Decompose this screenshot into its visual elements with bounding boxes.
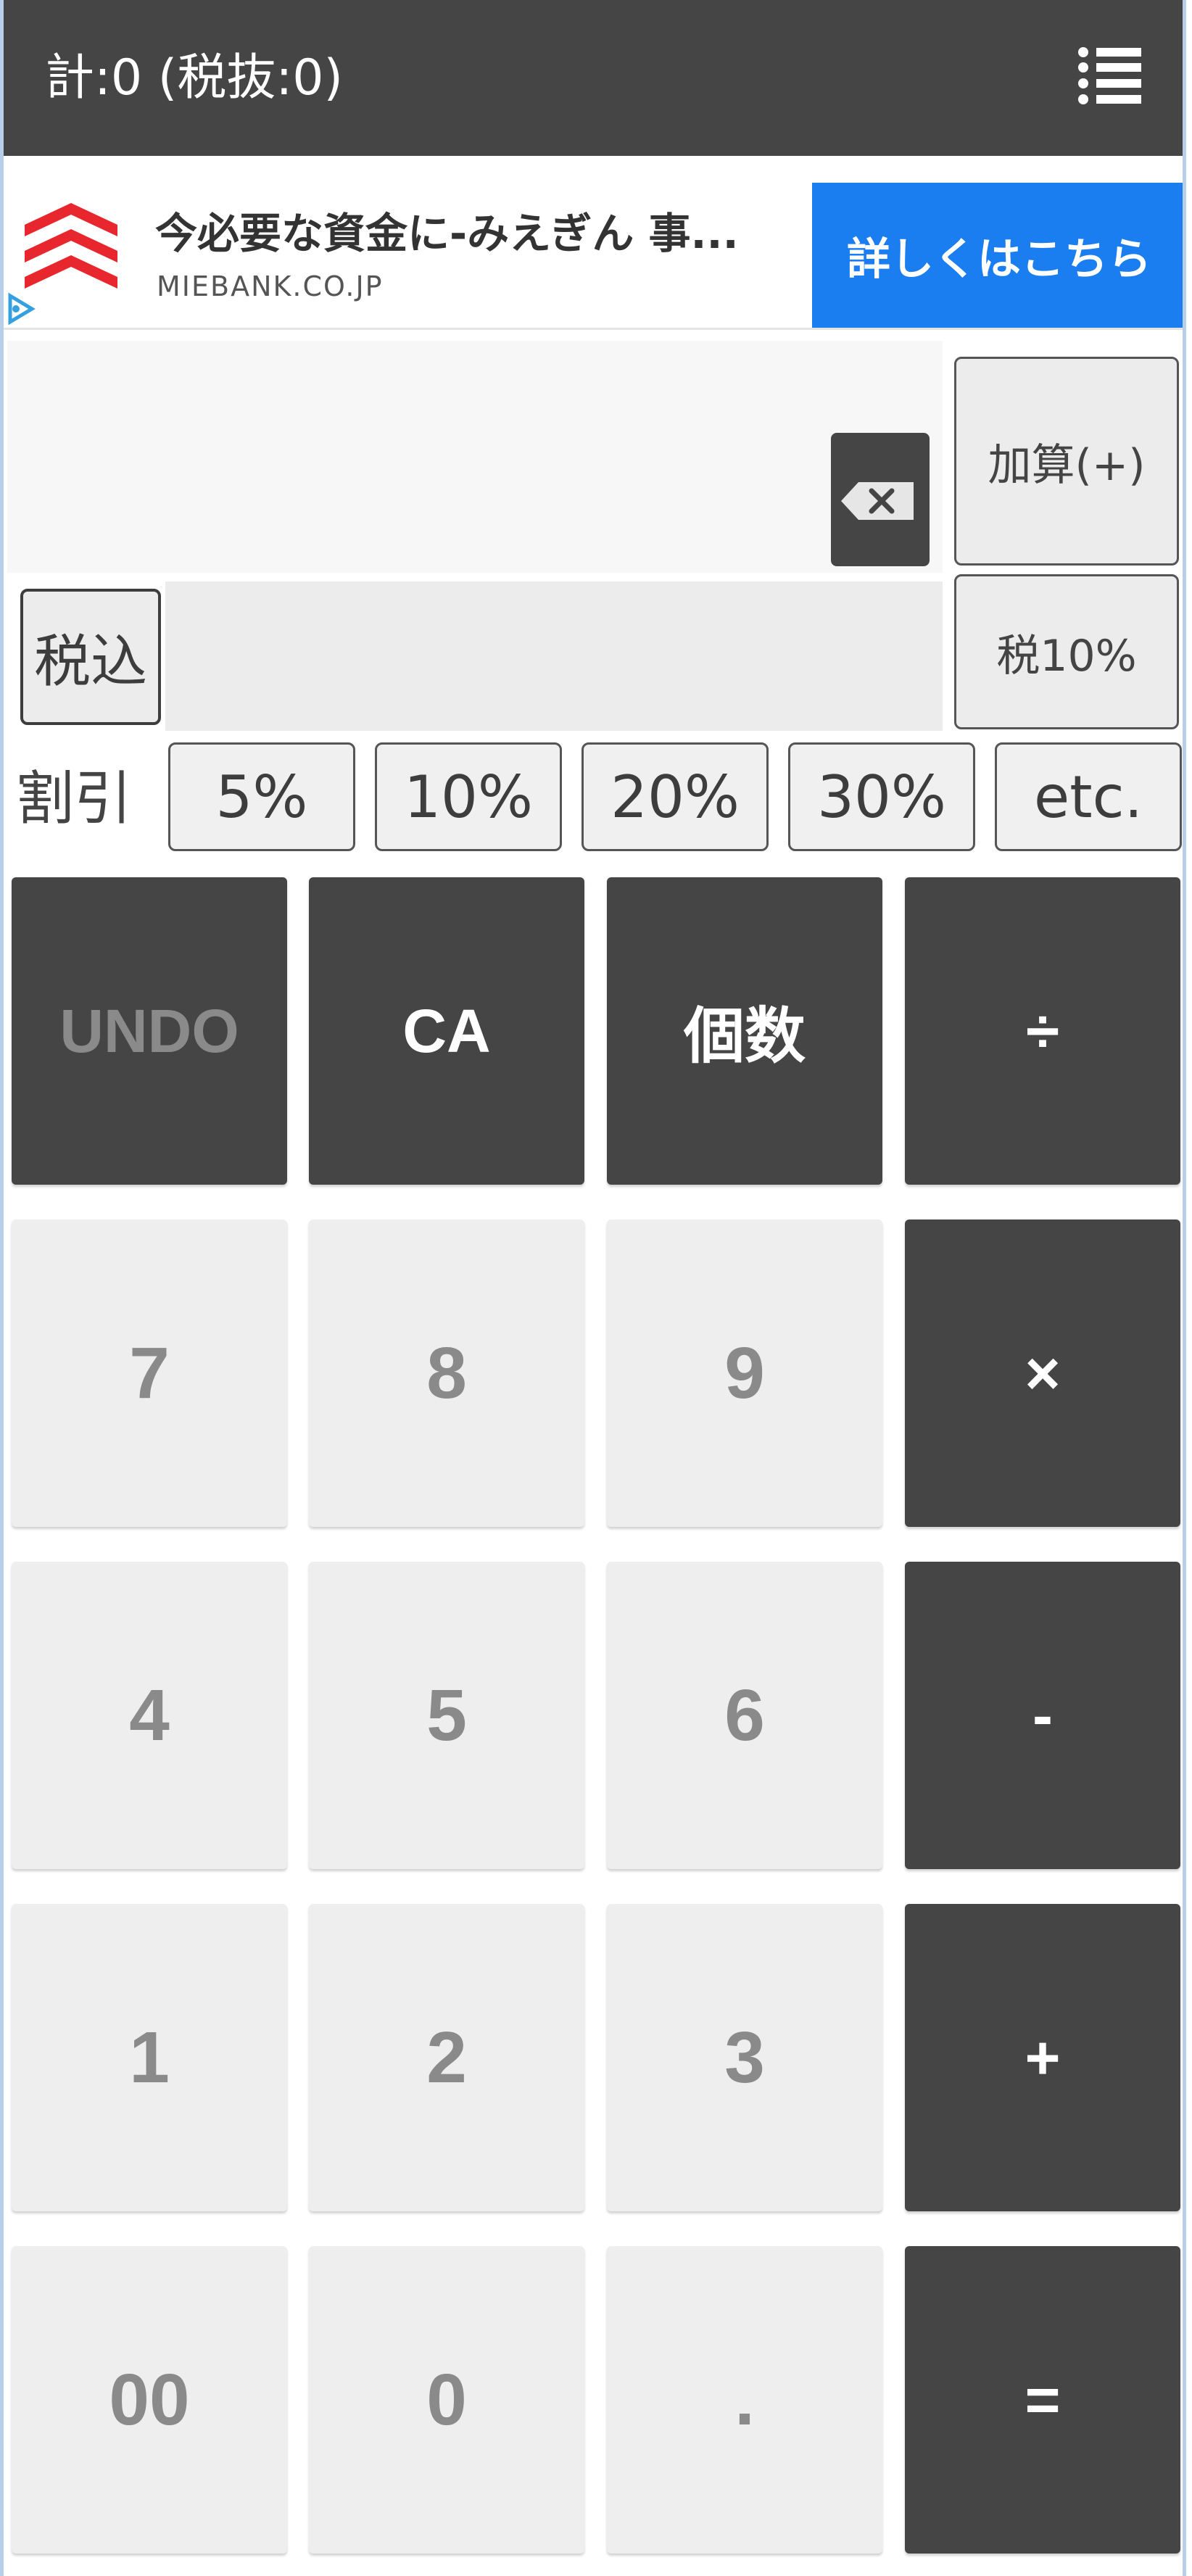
add-button[interactable]: 加算(+) <box>954 357 1179 566</box>
backspace-icon <box>841 482 914 520</box>
discount-30-button[interactable]: 30% <box>788 742 975 851</box>
tax-included-button[interactable]: 税込 <box>20 589 161 725</box>
total-title: 計:0 (税抜:0) <box>45 49 344 107</box>
discount-10-button[interactable]: 10% <box>375 742 562 851</box>
ad-domain: MIEBANK.CO.JP <box>157 270 384 302</box>
minus-button[interactable]: - <box>905 1562 1180 1869</box>
undo-button[interactable]: UNDO <box>12 877 287 1185</box>
key-0[interactable]: 0 <box>309 2246 584 2554</box>
key-6[interactable]: 6 <box>607 1562 882 1869</box>
divide-button[interactable]: ÷ <box>905 877 1180 1185</box>
discount-20-button[interactable]: 20% <box>581 742 769 851</box>
discount-etc-button[interactable]: etc. <box>995 742 1182 851</box>
ad-cta-button[interactable]: 詳しくはこちら <box>812 183 1186 328</box>
key-8[interactable]: 8 <box>309 1219 584 1527</box>
discount-label: 割引 <box>16 765 132 832</box>
number-display <box>7 341 943 573</box>
ad-banner[interactable]: 今必要な資金に-みえぎん 事... MIEBANK.CO.JP 詳しくはこちら <box>0 183 1186 330</box>
clear-all-button[interactable]: CA <box>309 877 584 1185</box>
discount-5-button[interactable]: 5% <box>168 742 355 851</box>
ad-title: 今必要な資金に-みえぎん 事... <box>155 209 739 258</box>
key-3[interactable]: 3 <box>607 1904 882 2211</box>
key-decimal[interactable]: . <box>607 2246 882 2554</box>
plus-button[interactable]: + <box>905 1904 1180 2211</box>
tax-display <box>165 581 943 731</box>
bank-logo-icon <box>25 203 117 297</box>
key-9[interactable]: 9 <box>607 1219 882 1527</box>
count-button[interactable]: 個数 <box>607 877 882 1185</box>
key-4[interactable]: 4 <box>12 1562 287 1869</box>
app-header: 計:0 (税抜:0) <box>0 0 1186 156</box>
equals-button[interactable]: = <box>905 2246 1180 2554</box>
menu-list-icon[interactable] <box>1077 45 1143 107</box>
backspace-button[interactable] <box>831 433 930 566</box>
adchoices-icon[interactable] <box>0 290 44 328</box>
tax-rate-button[interactable]: 税10% <box>954 574 1179 729</box>
key-7[interactable]: 7 <box>12 1219 287 1527</box>
key-5[interactable]: 5 <box>309 1562 584 1869</box>
key-1[interactable]: 1 <box>12 1904 287 2211</box>
key-2[interactable]: 2 <box>309 1904 584 2211</box>
key-00[interactable]: 00 <box>12 2246 287 2554</box>
multiply-button[interactable]: × <box>905 1219 1180 1527</box>
